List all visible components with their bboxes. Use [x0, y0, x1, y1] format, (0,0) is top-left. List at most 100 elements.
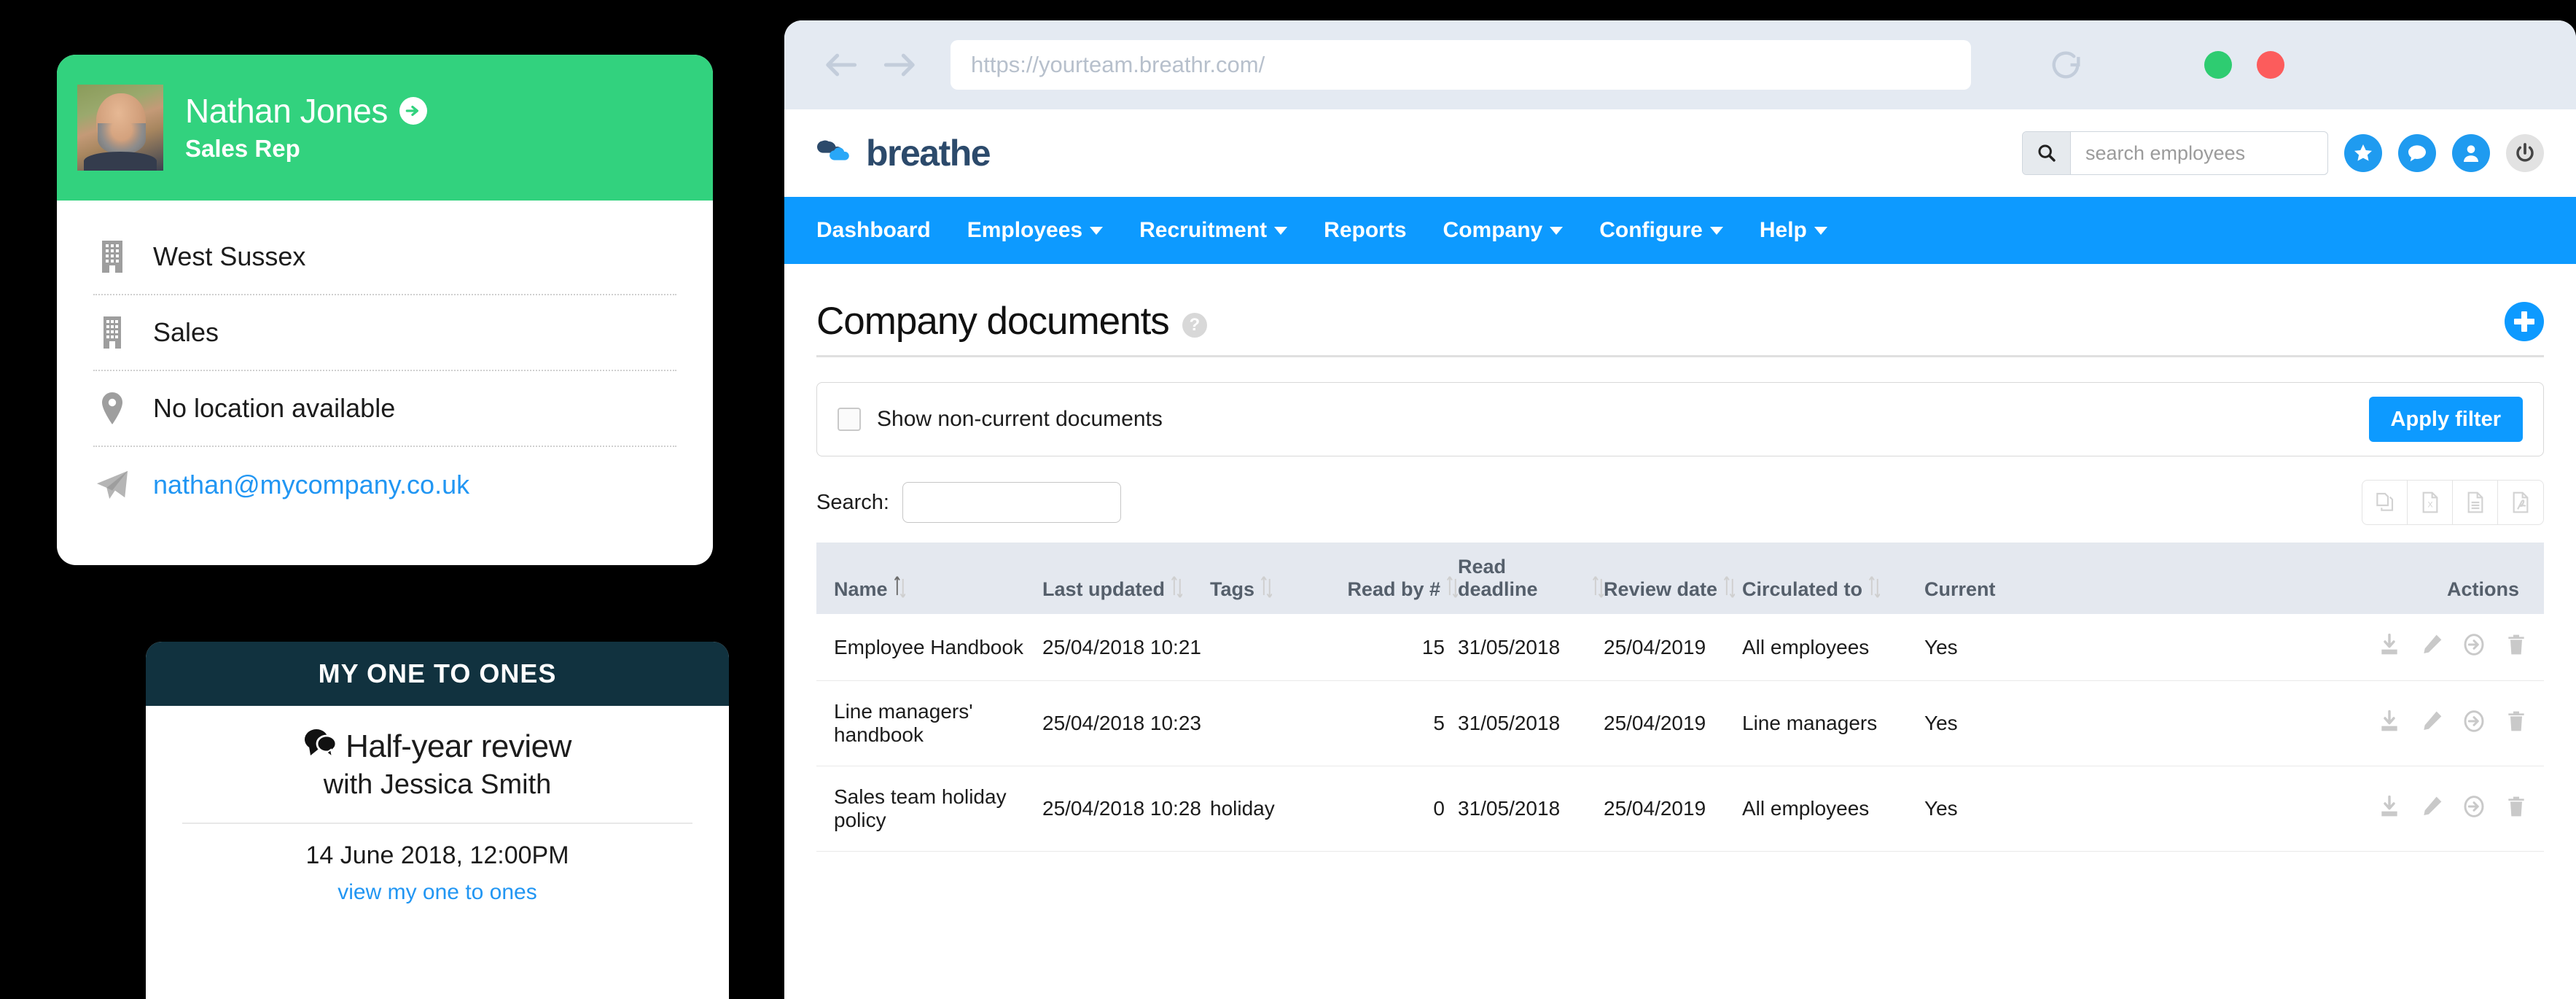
cell-read-deadline: 31/05/2018: [1458, 614, 1604, 682]
excel-icon[interactable]: X: [2408, 481, 2453, 524]
cloud-icon: [816, 136, 859, 171]
column-header-read-deadline[interactable]: Read deadline: [1458, 543, 1604, 615]
address-bar[interactable]: https://yourteam.breathr.com/: [951, 40, 1971, 90]
cell-last-updated: 25/04/2018 10:21: [1042, 614, 1210, 682]
divider: [816, 355, 2544, 357]
page-content: Company documents ? Show non-current doc…: [784, 264, 2576, 852]
arrow-right-circle-icon[interactable]: [2462, 710, 2486, 738]
nav-item-reports[interactable]: Reports: [1324, 218, 1406, 243]
one-to-one-datetime: 14 June 2018, 12:00PM: [305, 841, 569, 869]
search-input[interactable]: search employees: [2022, 131, 2328, 175]
download-icon[interactable]: [2378, 633, 2401, 661]
employee-email-link[interactable]: nathan@mycompany.co.uk: [153, 470, 469, 500]
sort-icon: [1868, 576, 1881, 598]
copy-icon[interactable]: [2362, 481, 2408, 524]
avatar: [77, 85, 163, 171]
column-header-name[interactable]: Name: [816, 543, 1042, 615]
window-dot-green[interactable]: [2204, 51, 2232, 79]
column-header-review-date[interactable]: Review date: [1604, 543, 1742, 615]
profile-name: Nathan Jones: [185, 91, 388, 130]
cell-last-updated: 25/04/2018 10:28: [1042, 766, 1210, 852]
arrow-right-circle-icon[interactable]: [2462, 795, 2486, 823]
one-to-ones-card-header: MY ONE TO ONES: [146, 642, 729, 706]
nav-item-help[interactable]: Help: [1760, 218, 1827, 243]
edit-pencil-icon[interactable]: [2420, 633, 2443, 661]
column-header-last-updated[interactable]: Last updated: [1042, 543, 1210, 615]
column-label: Current: [1924, 578, 1996, 601]
delete-trash-icon[interactable]: [2505, 633, 2528, 661]
chevron-down-icon: [1090, 226, 1104, 235]
pdf-icon[interactable]: [2498, 481, 2543, 524]
nav-item-configure[interactable]: Configure: [1599, 218, 1723, 243]
download-icon[interactable]: [2378, 795, 2401, 823]
profile-card-header: Nathan Jones Sales Rep: [57, 55, 713, 201]
documents-table: Name Last updated Tags Read by # Read de…: [816, 543, 2544, 852]
svg-text:X: X: [2427, 501, 2432, 510]
delete-trash-icon[interactable]: [2505, 795, 2528, 823]
arrow-right-circle-icon[interactable]: [2462, 633, 2486, 661]
window-dot-red[interactable]: [2257, 51, 2284, 79]
speech-bubble-icon[interactable]: [2398, 134, 2436, 172]
one-to-ones-card: MY ONE TO ONES Half-year review with Jes…: [146, 642, 729, 999]
nav-item-recruitment[interactable]: Recruitment: [1139, 218, 1288, 243]
browser-chrome: https://yourteam.breathr.com/: [784, 20, 2576, 109]
cell-read-by: 0: [1327, 766, 1458, 852]
apply-filter-button[interactable]: Apply filter: [2368, 397, 2523, 442]
cell-review-date: 25/04/2019: [1604, 680, 1742, 767]
table-header-row: Name Last updated Tags Read by # Read de…: [816, 543, 2544, 615]
edit-pencil-icon[interactable]: [2420, 795, 2443, 823]
show-non-current-checkbox[interactable]: [838, 408, 861, 431]
cell-current: Yes: [1924, 766, 2070, 852]
column-header-tags[interactable]: Tags: [1210, 543, 1327, 615]
page-title-row: Company documents ?: [816, 299, 2544, 343]
nav-item-employees[interactable]: Employees: [967, 218, 1104, 243]
building-icon: [93, 239, 131, 274]
csv-icon[interactable]: [2453, 481, 2498, 524]
window-controls: [2204, 51, 2284, 79]
arrow-left-icon[interactable]: [813, 50, 870, 79]
cell-name: Line managers' handbook: [816, 680, 1042, 767]
logo-text: breathe: [866, 133, 991, 174]
list-item[interactable]: nathan@mycompany.co.uk: [93, 447, 676, 523]
arrow-right-icon[interactable]: [870, 50, 927, 79]
add-document-button[interactable]: [2505, 301, 2544, 341]
table-row[interactable]: Employee Handbook 25/04/2018 10:21 15 31…: [816, 614, 2544, 682]
sort-icon: [894, 576, 905, 598]
profile-role: Sales Rep: [185, 135, 300, 163]
table-body: Employee Handbook 25/04/2018 10:21 15 31…: [816, 614, 2544, 852]
nav-item-dashboard[interactable]: Dashboard: [816, 218, 931, 243]
nav-item-company[interactable]: Company: [1443, 218, 1564, 243]
star-icon[interactable]: [2344, 134, 2382, 172]
download-icon[interactable]: [2378, 710, 2401, 738]
arrow-right-circle-icon[interactable]: [399, 97, 427, 125]
table-search-label: Search:: [816, 490, 889, 514]
table-row[interactable]: Sales team holiday policy 25/04/2018 10:…: [816, 766, 2544, 852]
column-label: Actions: [2446, 578, 2519, 601]
nav-label: Reports: [1324, 218, 1407, 242]
comments-icon: [303, 726, 338, 766]
table-search-input[interactable]: [902, 482, 1121, 523]
column-label: Last updated: [1042, 578, 1166, 601]
list-item: Sales: [93, 295, 676, 371]
breathe-logo[interactable]: breathe: [816, 132, 991, 174]
one-to-one-subject-row: Half-year review: [182, 726, 692, 766]
cell-review-date: 25/04/2019: [1604, 766, 1742, 852]
power-icon[interactable]: [2506, 134, 2544, 172]
cell-current: Yes: [1924, 614, 2070, 682]
reload-icon[interactable]: [2044, 46, 2088, 84]
help-icon[interactable]: ?: [1182, 312, 1207, 338]
building-icon: [93, 315, 131, 350]
table-row[interactable]: Line managers' handbook 25/04/2018 10:23…: [816, 680, 2544, 767]
search-icon[interactable]: [2023, 132, 2071, 174]
show-non-current-label: Show non-current documents: [877, 407, 1163, 431]
sort-icon: [1592, 576, 1604, 598]
column-header-read-by[interactable]: Read by #: [1327, 543, 1458, 615]
edit-pencil-icon[interactable]: [2420, 710, 2443, 738]
url-text: https://yourteam.breathr.com/: [971, 52, 1265, 77]
view-one-to-ones-link[interactable]: view my one to ones: [182, 880, 692, 905]
user-icon[interactable]: [2452, 134, 2490, 172]
cell-last-updated: 25/04/2018 10:23: [1042, 680, 1210, 767]
column-header-circulated-to[interactable]: Circulated to: [1742, 543, 1924, 615]
delete-trash-icon[interactable]: [2505, 710, 2528, 738]
phone-device-frame-bottom: MY ONE TO ONES Half-year review with Jes…: [117, 613, 758, 999]
